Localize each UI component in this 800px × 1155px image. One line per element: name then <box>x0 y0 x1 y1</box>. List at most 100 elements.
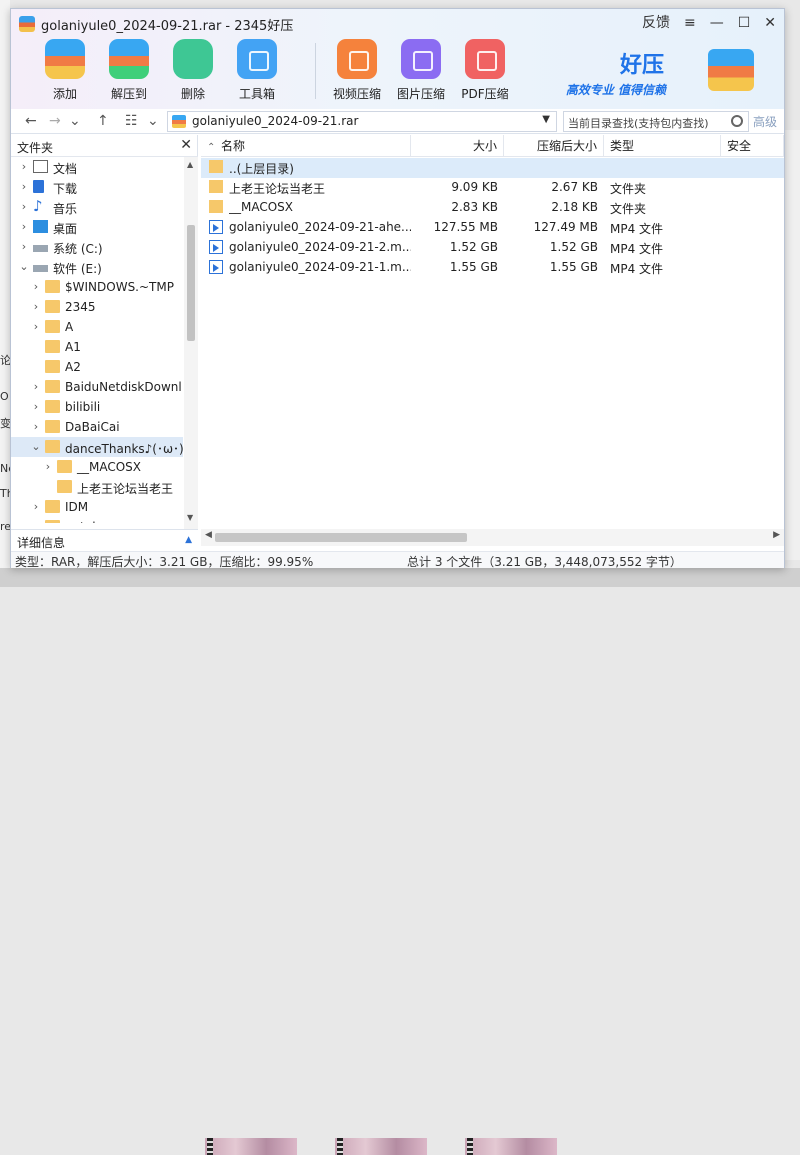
up-arrow-icon[interactable]: ↑ <box>97 112 109 130</box>
chevron-icon[interactable]: › <box>19 240 29 253</box>
navigation-bar: ← → ⌄ ↑ ☷ ⌄ golaniyule0_2024-09-21.rar ▼… <box>11 109 784 134</box>
horizontal-scrollbar[interactable]: ◀ ▶ <box>201 529 784 546</box>
drive-icon <box>33 245 48 252</box>
column-header-type[interactable]: 类型 <box>604 135 721 157</box>
chevron-icon[interactable]: ⌄ <box>31 440 41 453</box>
column-header-name[interactable]: ⌃ 名称 <box>201 135 411 157</box>
search-input[interactable]: 当前目录查找(支持包内查找) <box>563 111 749 132</box>
folder-icon <box>45 380 60 393</box>
column-packed-label: 压缩后大小 <box>536 139 597 153</box>
tree-item[interactable]: › bilibili <box>11 397 183 417</box>
path-bar[interactable]: golaniyule0_2024-09-21.rar ▼ <box>167 111 557 132</box>
tree-item[interactable]: › DaBaiCai <box>11 417 183 437</box>
expand-arrow-icon[interactable]: ▲ <box>185 535 192 545</box>
column-header-security[interactable]: 安全 <box>721 135 784 157</box>
minimize-icon[interactable]: — <box>710 13 724 33</box>
path-dropdown-icon[interactable]: ▼ <box>542 114 550 125</box>
chevron-icon[interactable]: › <box>19 220 29 233</box>
chevron-icon[interactable]: ⌄ <box>19 260 29 273</box>
menu-icon[interactable]: ≡ <box>684 13 696 33</box>
tree-item[interactable]: › IDM <box>11 497 183 517</box>
tree-item[interactable]: › BaiduNetdiskDownl <box>11 377 183 397</box>
cell-size: 1.55 GB <box>449 260 498 274</box>
chevron-icon[interactable]: › <box>43 460 53 473</box>
delete-button[interactable]: 删除 <box>163 39 223 102</box>
chevron-icon[interactable]: › <box>31 280 41 293</box>
folder-pane-header: 文件夹 ✕ <box>11 135 198 157</box>
tree-item[interactable]: › notplayer <box>11 517 183 523</box>
tree-item[interactable]: A1 <box>11 337 183 357</box>
tree-item[interactable]: A2 <box>11 357 183 377</box>
folder-tree-scrollbar[interactable] <box>184 157 198 529</box>
table-row[interactable]: golaniyule0_2024-09-21-2.m... 1.52 GB 1.52… <box>201 238 784 258</box>
details-panel-header[interactable]: 详细信息 ▲ <box>11 529 198 551</box>
table-row[interactable]: golaniyule0_2024-09-21-1.m... 1.55 GB 1.55… <box>201 258 784 278</box>
maximize-icon[interactable]: ☐ <box>738 13 751 33</box>
tree-item[interactable]: ⌄ danceThanks♪(･ω･) <box>11 437 183 457</box>
tree-item[interactable]: › 文档 <box>11 157 183 177</box>
chevron-icon[interactable]: › <box>19 200 29 213</box>
scrollbar-thumb[interactable] <box>215 533 467 542</box>
close-icon[interactable]: ✕ <box>180 137 192 153</box>
chevron-icon[interactable]: › <box>31 420 41 433</box>
add-button[interactable]: 添加 <box>35 39 95 102</box>
scroll-down-icon[interactable]: ▼ <box>187 513 193 522</box>
column-header-packed-size[interactable]: 压缩后大小 <box>504 135 604 157</box>
close-icon[interactable]: ✕ <box>764 13 776 33</box>
tree-item[interactable]: › A <box>11 317 183 337</box>
column-name-label: 名称 <box>221 139 246 153</box>
image-compress-button[interactable]: 图片压缩 <box>391 39 451 102</box>
cell-type: MP4 文件 <box>610 222 664 236</box>
window-controls: 反馈 ≡ — ☐ ✕ <box>642 13 776 33</box>
back-arrow-icon[interactable]: ← <box>25 112 37 130</box>
feedback-button[interactable]: 反馈 <box>642 13 670 33</box>
table-row[interactable]: golaniyule0_2024-09-21-ahe... 127.55 MB 12… <box>201 218 784 238</box>
column-type-label: 类型 <box>610 139 635 153</box>
search-icon[interactable] <box>731 115 743 127</box>
tree-item[interactable]: ⌄ 软件 (E:) <box>11 257 183 277</box>
scroll-up-icon[interactable]: ▲ <box>187 160 193 169</box>
tree-item[interactable]: 上老王论坛当老王 <box>11 477 183 497</box>
table-row[interactable]: ..(上层目录) <box>201 158 784 178</box>
chevron-icon[interactable]: › <box>31 320 41 333</box>
toolbox-label: 工具箱 <box>238 87 275 101</box>
chevron-icon[interactable]: › <box>31 400 41 413</box>
chevron-icon[interactable]: › <box>19 160 29 173</box>
history-dropdown-icon[interactable]: ⌄ <box>69 112 81 130</box>
table-row[interactable]: __MACOSX 2.83 KB 2.18 KB 文件夹 <box>201 198 784 218</box>
toolbox-button[interactable]: 工具箱 <box>227 39 287 102</box>
tree-item[interactable]: › 2345 <box>11 297 183 317</box>
scrollbar-thumb[interactable] <box>187 225 195 341</box>
video-file-icon <box>209 260 223 274</box>
tree-item[interactable]: › ♪ 音乐 <box>11 197 183 217</box>
advanced-search-button[interactable]: 高级 <box>753 113 777 130</box>
column-header-size[interactable]: 大小 <box>411 135 504 157</box>
scroll-left-icon[interactable]: ◀ <box>205 530 212 540</box>
tree-item[interactable]: › 桌面 <box>11 217 183 237</box>
chevron-icon[interactable]: › <box>31 500 41 513</box>
video-compress-button[interactable]: 视频压缩 <box>327 39 387 102</box>
brand-name: 好压 <box>619 53 664 78</box>
chevron-icon[interactable]: › <box>31 300 41 313</box>
tree-item[interactable]: › $WINDOWS.~TMP <box>11 277 183 297</box>
tree-item[interactable]: › __MACOSX <box>11 457 183 477</box>
file-total-text: 总计 3 个文件（3.21 GB，3,448,073,552 字节） <box>407 555 682 569</box>
cell-type: MP4 文件 <box>610 242 664 256</box>
view-dropdown-icon[interactable]: ⌄ <box>147 112 159 130</box>
cell-size: 2.83 KB <box>451 200 498 214</box>
toolbar: 添加 解压到 删除 工具箱 视频压缩 图片压缩 PDF压缩 <box>35 39 519 102</box>
tree-item[interactable]: › 系统 (C:) <box>11 237 183 257</box>
chevron-icon[interactable]: › <box>31 380 41 393</box>
chevron-icon[interactable]: › <box>19 180 29 193</box>
chevron-icon[interactable]: › <box>31 520 41 523</box>
table-row[interactable]: 上老王论坛当老王 9.09 KB 2.67 KB 文件夹 <box>201 178 784 198</box>
tree-item-label: 音乐 <box>53 202 78 216</box>
view-mode-icon[interactable]: ☷ <box>125 112 138 130</box>
extract-to-button[interactable]: 解压到 <box>99 39 159 102</box>
cell-name: golaniyule0_2024-09-21-2.m... <box>229 240 411 254</box>
tree-item[interactable]: › 下载 <box>11 177 183 197</box>
forward-arrow-icon[interactable]: → <box>49 112 61 130</box>
sort-arrow-icon: ⌃ <box>207 142 216 153</box>
scroll-right-icon[interactable]: ▶ <box>773 530 780 540</box>
pdf-compress-button[interactable]: PDF压缩 <box>455 39 515 102</box>
